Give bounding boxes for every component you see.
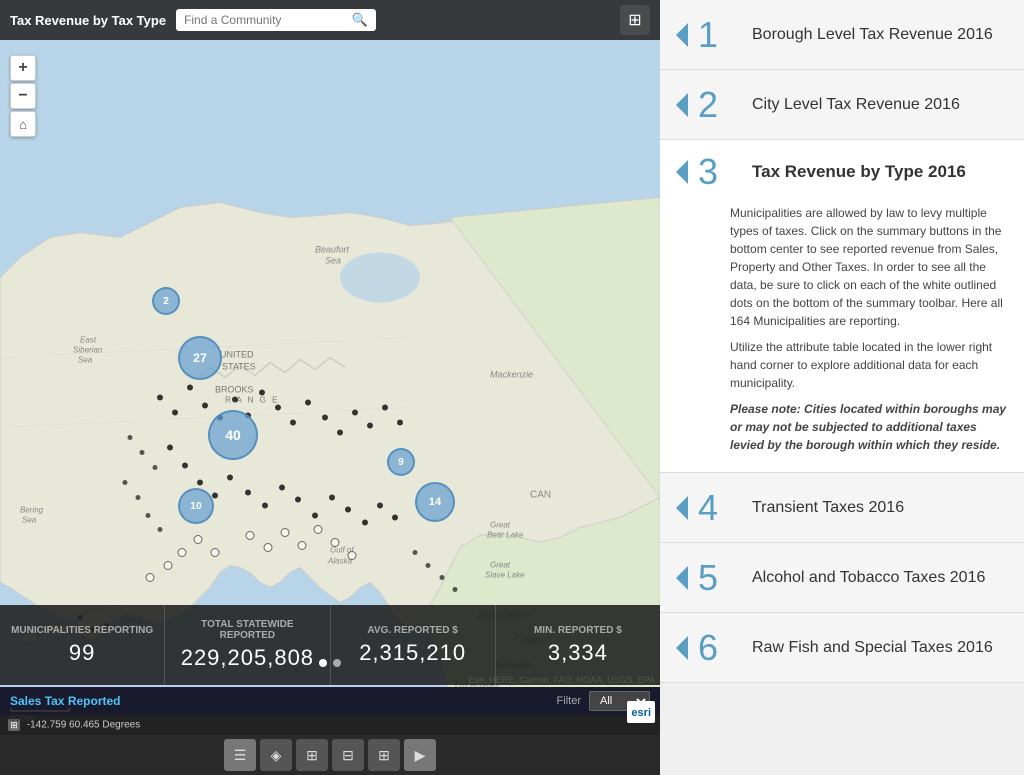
stat-item-2: Avg. Reported $ 2,315,210 [331, 605, 496, 685]
nav-arrow-2 [676, 160, 688, 184]
nav-num-4: 5 [698, 560, 738, 596]
svg-text:Great: Great [490, 521, 511, 530]
svg-text:Sea: Sea [325, 256, 341, 266]
stat-label-3: Min. Reported $ [534, 625, 622, 636]
nav-arrow-5 [676, 636, 688, 660]
nav-num-5: 6 [698, 630, 738, 666]
stat-label-0: Municipalities Reporting [11, 625, 153, 636]
nav-arrow-4 [676, 566, 688, 590]
sales-tax-header: Sales Tax Reported Filter All [0, 687, 660, 715]
scale-text: 600mi [10, 713, 35, 723]
search-box[interactable]: 🔍 [176, 9, 376, 31]
svg-text:Bear Lake: Bear Lake [487, 531, 524, 540]
sales-tax-label: Sales Tax Reported [10, 694, 120, 708]
svg-text:Siberian: Siberian [73, 346, 103, 355]
grid-button[interactable]: ⊞ [620, 5, 650, 35]
svg-text:Beaufort: Beaufort [315, 245, 350, 255]
nav-item-header-4: 5 Alcohol and Tobacco Taxes 2016 [660, 546, 1024, 610]
grid-tool-button[interactable]: ⊞ [296, 739, 328, 771]
svg-text:BROOKS: BROOKS [215, 385, 254, 395]
nav-label-2: Tax Revenue by Type 2016 [752, 162, 966, 182]
nav-arrow-1 [676, 93, 688, 117]
layers-tool-button[interactable]: ◈ [260, 739, 292, 771]
search-input[interactable] [184, 13, 352, 27]
cluster-c5[interactable]: 14 [415, 482, 455, 522]
nav-num-1: 2 [698, 87, 738, 123]
svg-text:Mackenzie: Mackenzie [490, 370, 533, 380]
list-tool-button[interactable]: ☰ [224, 739, 256, 771]
nav-item-header-1: 2 City Level Tax Revenue 2016 [660, 73, 1024, 137]
arrow-tool-button[interactable]: ▶ [404, 739, 436, 771]
scale-bar: 600mi [10, 708, 70, 723]
svg-text:Great: Great [490, 561, 511, 570]
nav-label-3: Transient Taxes 2016 [752, 499, 904, 517]
esri-logo: esri [627, 701, 655, 723]
nav-label-4: Alcohol and Tobacco Taxes 2016 [752, 569, 985, 587]
nav-item-header-2: 3 Tax Revenue by Type 2016 [660, 140, 1024, 204]
svg-text:Sea: Sea [22, 516, 37, 525]
nav-arrow-0 [676, 23, 688, 47]
nav-item-1[interactable]: 2 City Level Tax Revenue 2016 [660, 70, 1024, 140]
nav-item-2[interactable]: 3 Tax Revenue by Type 2016 Municipalitie… [660, 140, 1024, 473]
cluster-c4[interactable]: 9 [387, 448, 415, 476]
nav-content-2: Municipalities are allowed by law to lev… [660, 204, 1024, 462]
map-panel[interactable]: Beaufort Sea East Siberian Sea BROOKS R … [0, 0, 660, 775]
nav-num-0: 1 [698, 17, 738, 53]
page-dot-2[interactable] [333, 659, 341, 667]
svg-text:Bering: Bering [20, 506, 44, 515]
stat-item-0: Municipalities Reporting 99 [0, 605, 165, 685]
nav-label-0: Borough Level Tax Revenue 2016 [752, 26, 993, 44]
svg-text:East: East [80, 336, 97, 345]
search-icon[interactable]: 🔍 [352, 12, 368, 28]
cluster-c1[interactable]: 2 [152, 287, 180, 315]
nav-label-5: Raw Fish and Special Taxes 2016 [752, 639, 993, 657]
cluster-c6[interactable]: 10 [178, 488, 214, 524]
page-dot-1[interactable] [319, 659, 327, 667]
stat-item-3: Min. Reported $ 3,334 [496, 605, 660, 685]
map-header: Tax Revenue by Tax Type 🔍 ⊞ [0, 0, 660, 40]
tool-icons: ☰ ◈ ⊞ ⊟ ⊞ ▶ [0, 735, 660, 775]
nav-item-5[interactable]: 6 Raw Fish and Special Taxes 2016 [660, 613, 1024, 683]
table-tool-button[interactable]: ⊟ [332, 739, 364, 771]
home-button[interactable]: ⌂ [10, 111, 36, 137]
svg-text:CAN: CAN [530, 490, 551, 501]
zoom-in-button[interactable]: + [10, 55, 36, 81]
svg-text:Sea: Sea [78, 356, 93, 365]
nav-item-header-0: 1 Borough Level Tax Revenue 2016 [660, 3, 1024, 67]
map-controls: + − ⌂ [10, 55, 36, 137]
filter-label: Filter [557, 695, 581, 707]
nav-label-1: City Level Tax Revenue 2016 [752, 96, 960, 114]
nav-item-3[interactable]: 4 Transient Taxes 2016 [660, 473, 1024, 543]
cluster-c3[interactable]: 40 [208, 410, 258, 460]
nav-item-0[interactable]: 1 Borough Level Tax Revenue 2016 [660, 0, 1024, 70]
stat-label-2: Avg. Reported $ [367, 625, 457, 636]
nav-item-header-5: 6 Raw Fish and Special Taxes 2016 [660, 616, 1024, 680]
esri-text: esri [631, 707, 651, 719]
svg-text:UNITED: UNITED [220, 350, 254, 360]
attribution: Esri, HERE, Garmin, FAO, NOAA, USGS, EPA [469, 675, 655, 685]
nav-num-3: 4 [698, 490, 738, 526]
svg-text:Slave Lake: Slave Lake [485, 571, 525, 580]
nav-arrow-3 [676, 496, 688, 520]
coords-bar: ⊞ -142.759 60.465 Degrees [0, 715, 660, 735]
nav-item-header-3: 4 Transient Taxes 2016 [660, 476, 1024, 540]
nav-num-2: 3 [698, 154, 738, 190]
zoom-out-button[interactable]: − [10, 83, 36, 109]
cluster-c2[interactable]: 27 [178, 336, 222, 380]
chart-tool-button[interactable]: ⊞ [368, 739, 400, 771]
pagination [0, 659, 660, 667]
stats-bar: Municipalities Reporting 99Total Statewi… [0, 605, 660, 685]
map-title: Tax Revenue by Tax Type [10, 13, 166, 28]
stat-value-1: 229,205,808 [181, 645, 314, 671]
bottom-toolbar: Sales Tax Reported Filter All ⊞ -142.759… [0, 687, 660, 775]
nav-item-4[interactable]: 5 Alcohol and Tobacco Taxes 2016 [660, 543, 1024, 613]
svg-text:STATES: STATES [222, 362, 256, 372]
right-panel: 1 Borough Level Tax Revenue 2016 2 City … [660, 0, 1024, 775]
stat-item-1: Total Statewide Reported 229,205,808 [165, 605, 330, 685]
scale-line [10, 708, 70, 712]
stat-label-1: Total Statewide Reported [173, 619, 321, 641]
